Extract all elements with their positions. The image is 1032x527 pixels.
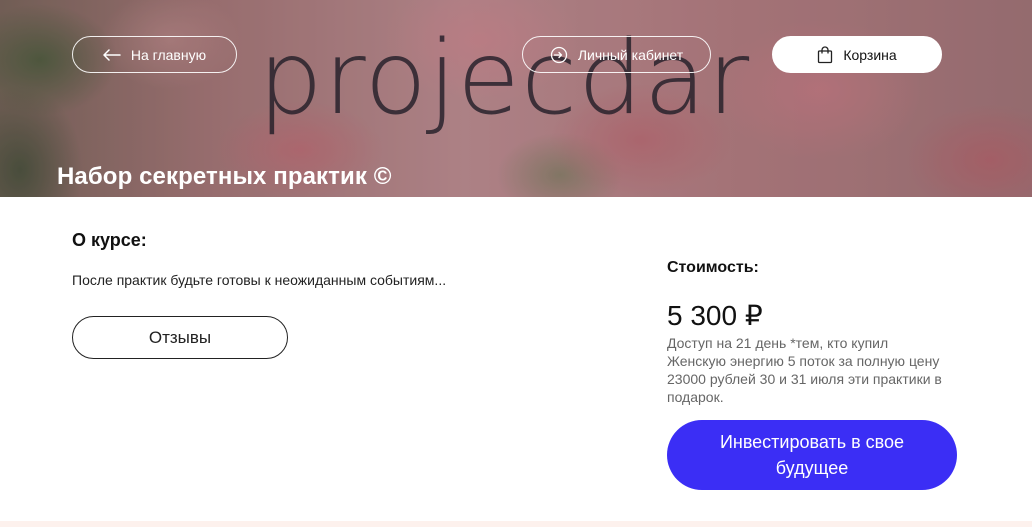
- shopping-bag-icon: [817, 45, 833, 64]
- footer-divider: [0, 521, 1032, 527]
- personal-cabinet-label: Личный кабинет: [577, 46, 684, 63]
- cart-button[interactable]: Корзина: [772, 36, 942, 73]
- price-heading: Стоимость:: [667, 259, 759, 276]
- login-icon: [550, 46, 568, 64]
- home-button[interactable]: На главную: [72, 36, 237, 73]
- access-note: Доступ на 21 день *тем, кто купил Женску…: [667, 335, 942, 405]
- reviews-button[interactable]: Отзывы: [72, 316, 288, 359]
- about-heading: О курсе:: [72, 230, 147, 250]
- personal-cabinet-button[interactable]: Личный кабинет: [522, 36, 711, 73]
- cart-label: Корзина: [843, 46, 897, 63]
- arrow-left-icon: [103, 48, 121, 61]
- hero-banner: projecdar На главную Личный кабинет Корз…: [0, 0, 1032, 197]
- buy-button[interactable]: Инвестировать в свое будущее: [667, 420, 957, 490]
- price-value: 5 300 ₽: [667, 300, 763, 331]
- page-title: Набор секретных практик ©: [57, 163, 392, 190]
- about-description: После практик будьте готовы к неожиданны…: [72, 272, 447, 288]
- home-button-label: На главную: [130, 46, 207, 63]
